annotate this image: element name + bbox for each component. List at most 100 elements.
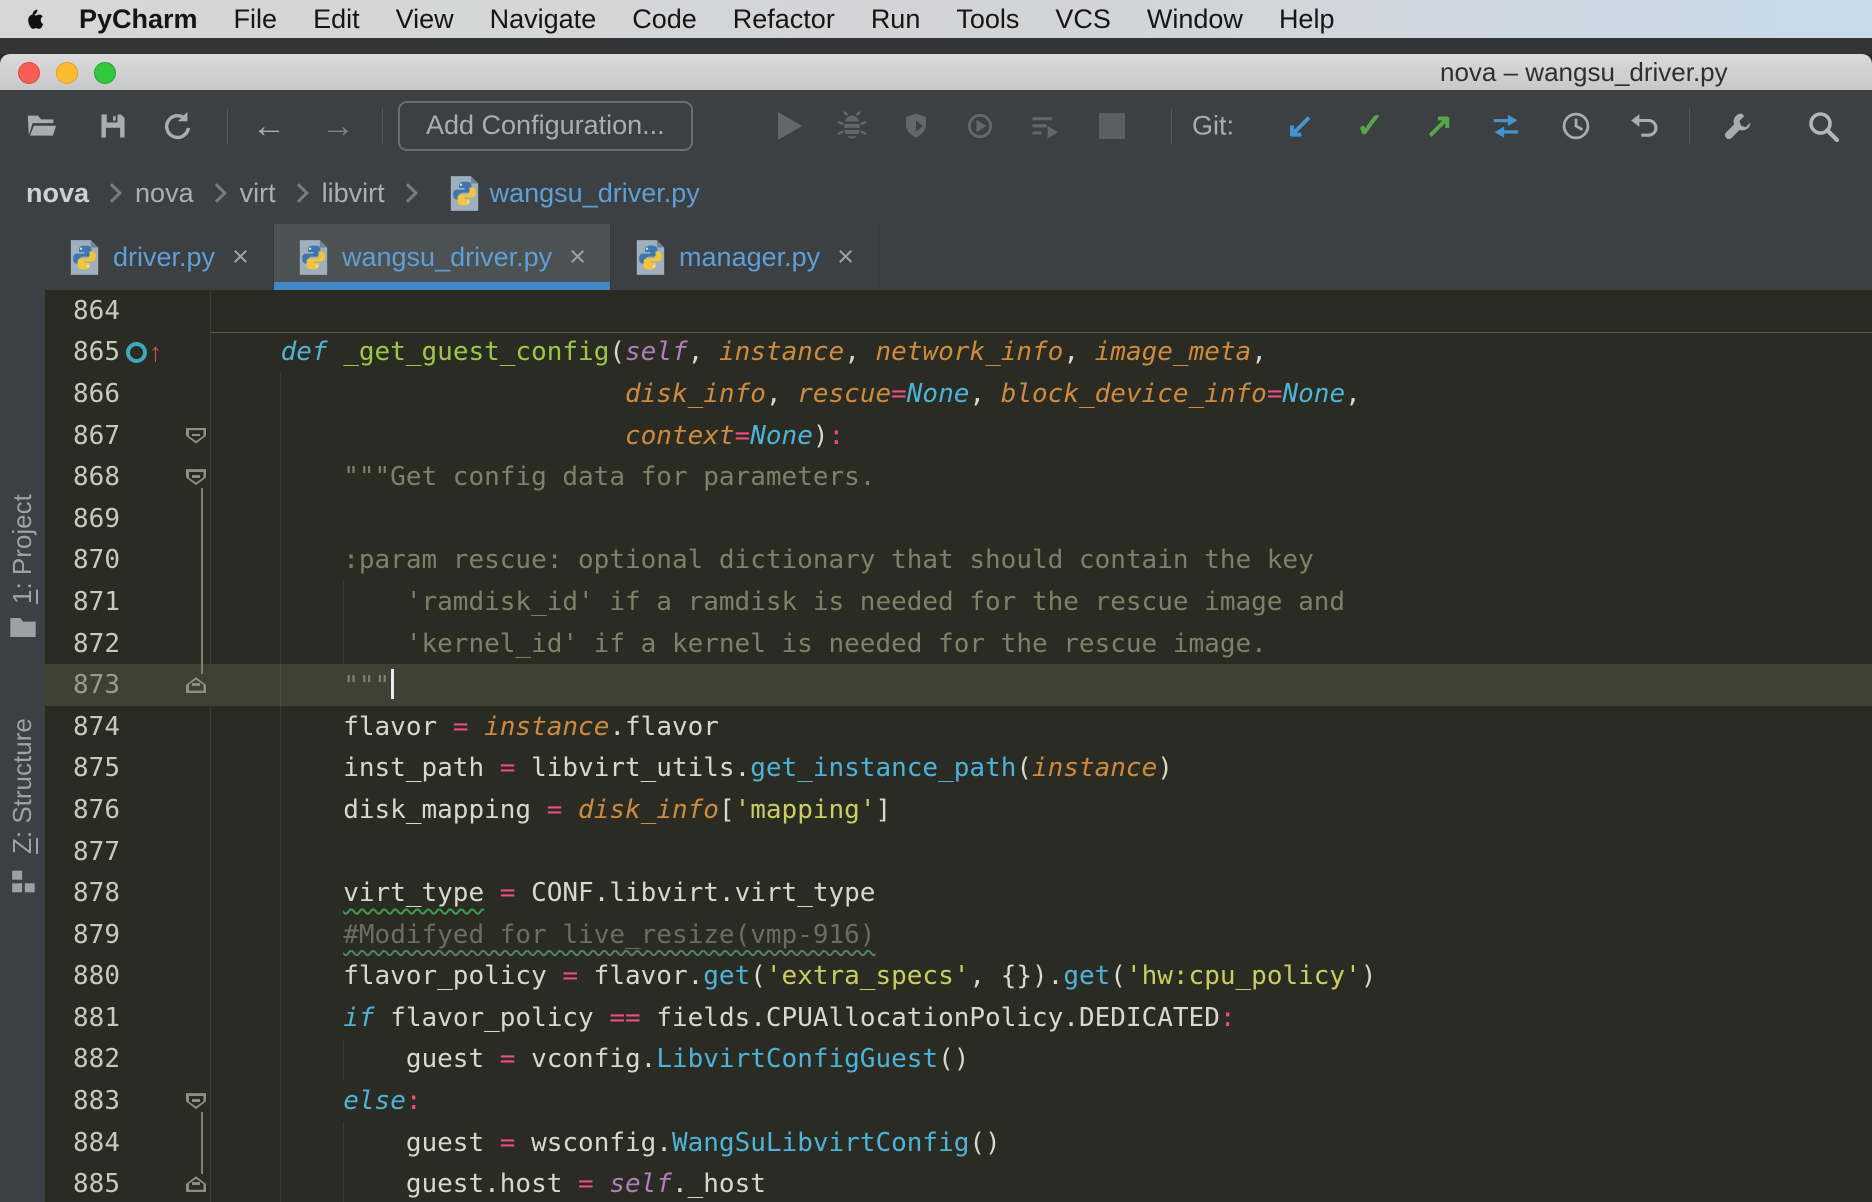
code-line-876: 876 disk_mapping = disk_info['mapping'] xyxy=(45,789,1872,831)
minimize-window-button[interactable] xyxy=(56,62,78,84)
menu-item-refactor[interactable]: Refactor xyxy=(733,4,835,35)
code-text[interactable]: """ xyxy=(210,669,394,701)
save-all-icon[interactable] xyxy=(97,110,129,142)
git-label: Git: xyxy=(1192,111,1234,142)
code-text[interactable]: virt_type = CONF.libvirt.virt_type xyxy=(210,878,875,908)
open-file-icon[interactable] xyxy=(25,109,59,143)
close-tab-icon[interactable]: × xyxy=(569,241,586,274)
menu-item-run[interactable]: Run xyxy=(871,4,921,35)
code-text[interactable]: inst_path = libvirt_utils.get_instance_p… xyxy=(210,753,1173,783)
window-title-bar[interactable]: nova – wangsu_driver.py xyxy=(0,54,1872,91)
code-text[interactable]: context=None): xyxy=(210,421,844,451)
code-text[interactable]: #Modifyed for live_resize(vmp-916) xyxy=(210,920,875,950)
menu-item-pycharm[interactable]: PyCharm xyxy=(79,4,198,35)
line-number: 881 xyxy=(45,1003,120,1033)
code-text[interactable]: def _get_guest_config(self, instance, ne… xyxy=(210,337,1267,367)
run-icon[interactable] xyxy=(778,112,802,140)
search-everywhere-icon[interactable] xyxy=(1805,108,1841,144)
add-configuration-button[interactable]: Add Configuration... xyxy=(398,101,693,151)
menu-item-edit[interactable]: Edit xyxy=(313,4,360,35)
menu-item-help[interactable]: Help xyxy=(1279,4,1335,35)
settings-wrench-icon[interactable] xyxy=(1722,110,1754,142)
line-number: 865 xyxy=(45,337,120,367)
breadcrumb-item-virt-2[interactable]: virt xyxy=(240,178,276,209)
chevron-right-icon xyxy=(398,183,418,203)
code-text[interactable]: if flavor_policy == fields.CPUAllocation… xyxy=(210,1003,1236,1033)
code-text[interactable]: disk_info, rescue=None, block_device_inf… xyxy=(210,379,1361,409)
apple-icon[interactable] xyxy=(24,8,47,31)
zoom-window-button[interactable] xyxy=(94,62,116,84)
close-tab-icon[interactable]: × xyxy=(232,241,249,274)
git-push-icon[interactable]: ↗ xyxy=(1425,109,1454,143)
close-window-button[interactable] xyxy=(18,62,40,84)
code-text[interactable]: guest = vconfig.LibvirtConfigGuest() xyxy=(210,1044,969,1074)
gutter xyxy=(120,831,210,873)
code-editor[interactable]: 864865↑ def _get_guest_config(self, inst… xyxy=(45,290,1872,1202)
breadcrumb-item-libvirt-3[interactable]: libvirt xyxy=(322,178,385,209)
back-icon[interactable]: ← xyxy=(252,109,286,143)
code-text[interactable]: 'ramdisk_id' if a ramdisk is needed for … xyxy=(210,587,1345,617)
code-text[interactable]: """Get config data for parameters. xyxy=(210,462,875,492)
fold-marker-icon[interactable] xyxy=(186,428,206,444)
stop-icon[interactable] xyxy=(1099,113,1125,139)
line-number: 868 xyxy=(45,462,120,492)
code-line-874: 874 flavor = instance.flavor xyxy=(45,706,1872,748)
code-line-879: 879 #Modifyed for live_resize(vmp-916) xyxy=(45,914,1872,956)
run-with-coverage-icon[interactable] xyxy=(901,111,931,141)
git-update-pull-icon[interactable]: ↙ xyxy=(1286,109,1315,143)
git-merge-icon[interactable] xyxy=(1489,109,1523,143)
rerun-icon[interactable] xyxy=(964,110,996,142)
fold-marker-icon[interactable] xyxy=(186,677,206,693)
debug-bug-icon[interactable] xyxy=(836,110,868,142)
history-clock-icon[interactable] xyxy=(1560,110,1593,143)
gutter xyxy=(120,1122,210,1164)
code-line-868: 868 """Get config data for parameters. xyxy=(45,456,1872,498)
tab-wangsu_driver.py[interactable]: wangsu_driver.py× xyxy=(274,224,611,290)
forward-icon[interactable]: → xyxy=(321,109,355,143)
gutter xyxy=(120,623,210,665)
tab-manager.py[interactable]: manager.py× xyxy=(611,224,879,290)
code-text[interactable]: 'kernel_id' if a kernel is needed for th… xyxy=(210,629,1267,659)
code-text[interactable]: flavor = instance.flavor xyxy=(210,712,719,742)
code-line-885: 885 guest.host = self._host xyxy=(45,1163,1872,1202)
gutter xyxy=(120,706,210,748)
code-text[interactable]: :param rescue: optional dictionary that … xyxy=(210,545,1314,575)
code-text[interactable]: else: xyxy=(210,1086,422,1116)
menu-item-vcs[interactable]: VCS xyxy=(1055,4,1111,35)
code-text[interactable]: flavor_policy = flavor.get('extra_specs'… xyxy=(210,961,1376,991)
code-line-871: 871 'ramdisk_id' if a ramdisk is needed … xyxy=(45,581,1872,623)
profiler-icon[interactable] xyxy=(1028,110,1060,142)
breadcrumb-item-nova-1[interactable]: nova xyxy=(135,178,194,209)
sidebar-item-project[interactable]: 1: Project xyxy=(0,470,45,604)
breadcrumb-item-file[interactable]: wangsu_driver.py xyxy=(490,178,700,209)
git-commit-check-icon[interactable]: ✓ xyxy=(1356,109,1385,143)
python-file-icon xyxy=(449,175,480,212)
synchronize-icon[interactable] xyxy=(160,109,194,143)
code-text[interactable]: guest.host = self._host xyxy=(210,1169,766,1199)
code-text[interactable]: disk_mapping = disk_info['mapping'] xyxy=(210,795,891,825)
code-line-877: 877 xyxy=(45,831,1872,873)
menu-item-tools[interactable]: Tools xyxy=(956,4,1019,35)
gutter xyxy=(120,415,210,457)
code-text[interactable]: guest = wsconfig.WangSuLibvirtConfig() xyxy=(210,1128,1001,1158)
project-folder-icon[interactable] xyxy=(8,614,37,645)
fold-marker-icon[interactable] xyxy=(186,469,206,485)
structure-icon[interactable] xyxy=(9,868,36,900)
fold-marker-icon[interactable] xyxy=(186,1176,206,1192)
fold-marker-icon[interactable] xyxy=(186,1093,206,1109)
code-line-883: 883 else: xyxy=(45,1080,1872,1122)
close-tab-icon[interactable]: × xyxy=(837,241,854,274)
menu-item-file[interactable]: File xyxy=(234,4,278,35)
override-method-icon[interactable]: ↑ xyxy=(126,339,162,365)
toolbar-separator xyxy=(227,108,228,144)
menu-item-code[interactable]: Code xyxy=(632,4,697,35)
line-number: 869 xyxy=(45,504,120,534)
indent-guide xyxy=(343,1122,344,1202)
menu-item-navigate[interactable]: Navigate xyxy=(490,4,597,35)
menu-item-view[interactable]: View xyxy=(396,4,454,35)
breadcrumb-item-nova-root[interactable]: nova xyxy=(26,178,89,209)
tab-driver.py[interactable]: driver.py× xyxy=(45,224,274,290)
rollback-undo-icon[interactable] xyxy=(1628,110,1661,143)
menu-item-window[interactable]: Window xyxy=(1147,4,1243,35)
sidebar-item-structure[interactable]: Z: Structure xyxy=(0,674,45,854)
